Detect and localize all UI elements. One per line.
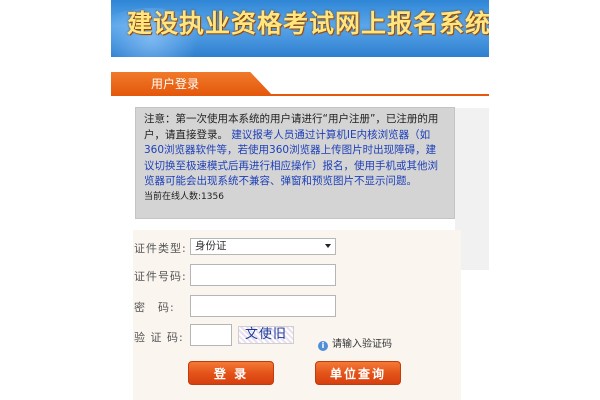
online-count-value: 1356: [201, 191, 224, 202]
tab-user-login[interactable]: 用户登录: [111, 72, 273, 96]
password-input[interactable]: [190, 295, 336, 317]
login-tabstrip: 用户登录: [111, 72, 489, 96]
chevron-down-icon: [325, 244, 331, 248]
online-count-label: 当前在线人数:: [144, 191, 202, 202]
id-number-label: 证件号码:: [134, 270, 187, 283]
id-type-value: 身份证: [195, 240, 227, 252]
captcha-input[interactable]: [190, 324, 232, 346]
captcha-image[interactable]: 文使旧: [238, 326, 294, 344]
site-title: 建设执业资格考试网上报名系统: [127, 9, 489, 38]
unit-query-button[interactable]: 单位查询: [315, 361, 401, 385]
id-type-label: 证件类型:: [134, 242, 187, 255]
online-count: 当前在线人数:1356: [144, 190, 446, 206]
captcha-label: 验 证 码:: [134, 331, 184, 344]
notice-box: 注意：第一次使用本系统的用户请进行“用户注册”，已注册的用户，请直接登录。 建议…: [135, 107, 455, 219]
id-number-input[interactable]: [190, 264, 336, 286]
header-banner: 建设执业资格考试网上报名系统: [111, 0, 489, 57]
password-label: 密 码:: [134, 301, 175, 314]
id-type-select[interactable]: 身份证: [190, 238, 336, 255]
captcha-hint: i 请输入验证码: [318, 335, 392, 351]
captcha-hint-text: 请输入验证码: [332, 339, 392, 350]
login-button[interactable]: 登 录: [188, 361, 274, 385]
info-icon: i: [318, 341, 328, 351]
